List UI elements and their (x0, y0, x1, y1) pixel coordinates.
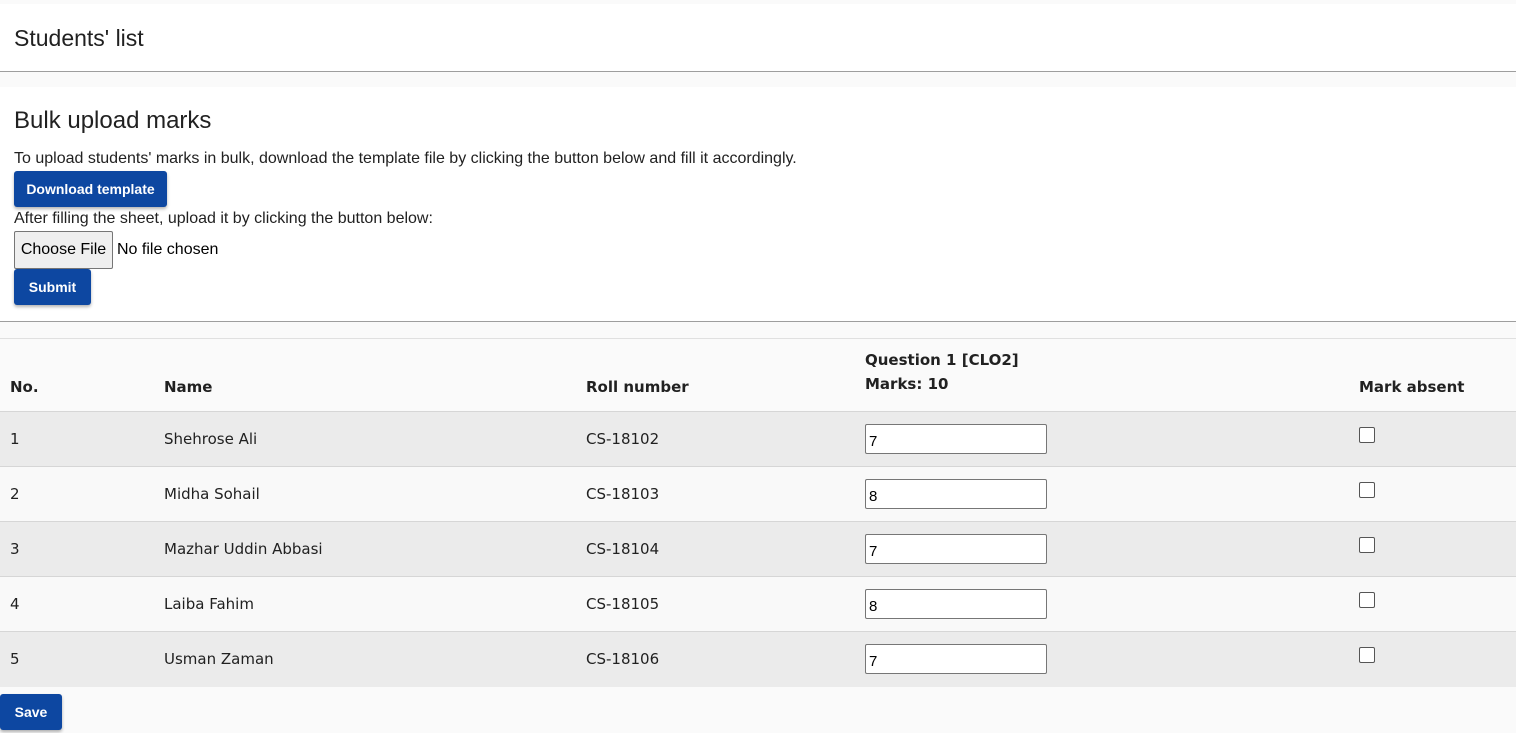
choose-file-button[interactable]: Choose File (14, 231, 113, 269)
question-title: Question 1 [CLO2] (865, 351, 1019, 369)
bulk-upload-title: Bulk upload marks (14, 107, 212, 134)
mark-absent-checkbox[interactable] (1359, 647, 1375, 663)
roll-number: CS-18103 (586, 485, 660, 503)
roll-number: CS-18102 (586, 430, 660, 448)
table-row: 2 Midha Sohail CS-18103 (0, 466, 1516, 522)
header-mark-absent: Mark absent (1359, 378, 1465, 396)
table-row: 5 Usman Zaman CS-18106 (0, 631, 1516, 687)
student-name: Midha Sohail (164, 485, 260, 503)
row-number: 4 (10, 595, 20, 613)
page-header: Students' list (0, 4, 1516, 72)
page-title: Students' list (14, 25, 144, 51)
student-name: Laiba Fahim (164, 595, 254, 613)
row-number: 2 (10, 485, 20, 503)
marks-input[interactable] (865, 479, 1047, 509)
table-header-row: No. Name Roll number Question 1 [CLO2] M… (0, 338, 1516, 412)
student-name: Usman Zaman (164, 650, 274, 668)
mark-absent-checkbox[interactable] (1359, 537, 1375, 553)
file-input: Choose File No file chosen (14, 231, 218, 269)
header-roll-number: Roll number (586, 378, 689, 396)
download-template-button[interactable]: Download template (14, 171, 167, 207)
header-name: Name (164, 378, 213, 396)
student-name: Shehrose Ali (164, 430, 258, 448)
roll-number: CS-18104 (586, 540, 660, 558)
save-button[interactable]: Save (0, 694, 62, 730)
mark-absent-checkbox[interactable] (1359, 482, 1375, 498)
marks-input[interactable] (865, 424, 1047, 454)
students-table: No. Name Roll number Question 1 [CLO2] M… (0, 338, 1516, 687)
row-number: 5 (10, 650, 20, 668)
table-row: 3 Mazhar Uddin Abbasi CS-18104 (0, 521, 1516, 577)
question-marks: Marks: 10 (865, 375, 949, 393)
submit-button[interactable]: Submit (14, 269, 91, 305)
header-no: No. (10, 378, 39, 396)
roll-number: CS-18105 (586, 595, 660, 613)
marks-input[interactable] (865, 534, 1047, 564)
row-number: 3 (10, 540, 20, 558)
marks-input[interactable] (865, 644, 1047, 674)
bulk-upload-instruction: To upload students' marks in bulk, downl… (14, 150, 797, 167)
mark-absent-checkbox[interactable] (1359, 427, 1375, 443)
header-question: Question 1 [CLO2] Marks: 10 (865, 339, 1359, 412)
file-status-text: No file chosen (117, 241, 219, 258)
mark-absent-checkbox[interactable] (1359, 592, 1375, 608)
table-row: 4 Laiba Fahim CS-18105 (0, 576, 1516, 632)
row-number: 1 (10, 430, 20, 448)
table-row: 1 Shehrose Ali CS-18102 (0, 411, 1516, 467)
marks-input[interactable] (865, 589, 1047, 619)
roll-number: CS-18106 (586, 650, 660, 668)
student-name: Mazhar Uddin Abbasi (164, 540, 323, 558)
bulk-upload-card: Bulk upload marks To upload students' ma… (0, 87, 1516, 322)
upload-instruction: After filling the sheet, upload it by cl… (14, 210, 433, 227)
